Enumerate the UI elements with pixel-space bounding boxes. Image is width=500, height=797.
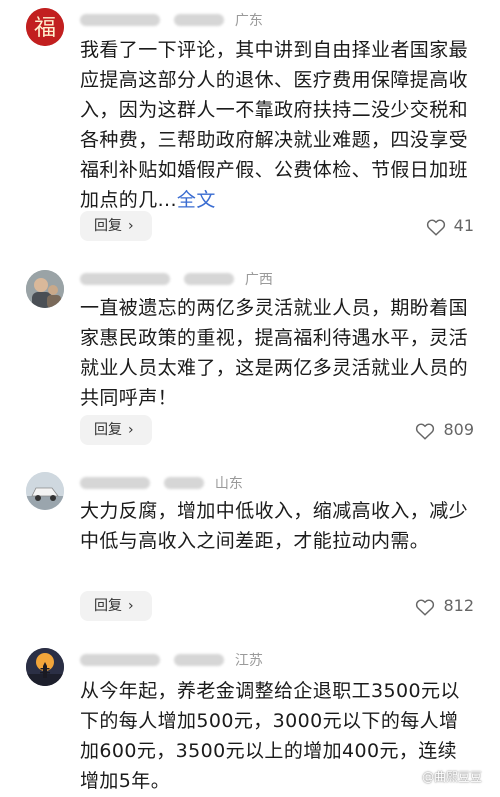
chevron-right-icon: › bbox=[128, 218, 134, 234]
heart-icon bbox=[426, 218, 445, 236]
chevron-right-icon: › bbox=[128, 422, 134, 438]
photo-avatar-icon bbox=[26, 270, 64, 308]
comment-text: 大力反腐，增加中低收入，缩减高收入，减少中低与高收入之间差距，才能拉动内需。 bbox=[80, 500, 469, 552]
blurred-username bbox=[80, 14, 160, 26]
comment-text-content: 我看了一下评论，其中讲到自由择业者国家最应提高这部分人的退休、医疗费用保障提高收… bbox=[80, 39, 469, 211]
reply-label: 回复 bbox=[94, 218, 122, 234]
comment-2: 广西 一直被遗忘的两亿多灵活就业人员，期盼着国家惠民政策的重视，提高福利待遇水平… bbox=[0, 260, 500, 460]
expand-full-text-link[interactable]: 全文 bbox=[177, 189, 216, 211]
reply-label: 回复 bbox=[94, 422, 122, 438]
reply-label: 回复 bbox=[94, 598, 122, 614]
blurred-time bbox=[164, 477, 205, 489]
watermark: @曲熙豆豆 bbox=[421, 770, 482, 784]
comment-1: 福 广东 我看了一下评论，其中讲到自由择业者国家最应提高这部分人的退休、医疗费用… bbox=[0, 0, 500, 260]
like-button[interactable]: 812 bbox=[415, 591, 474, 621]
like-button[interactable]: 809 bbox=[415, 415, 474, 445]
user-avatar[interactable] bbox=[26, 472, 64, 510]
fu-character-avatar-icon: 福 bbox=[26, 8, 64, 46]
location-label: 广西 bbox=[244, 272, 273, 288]
like-button[interactable]: 41 bbox=[426, 211, 474, 241]
like-count: 812 bbox=[443, 596, 474, 615]
comment-meta: 广东 bbox=[80, 10, 263, 30]
reply-button[interactable]: 回复 › bbox=[80, 591, 152, 621]
chevron-right-icon: › bbox=[128, 598, 134, 614]
heart-icon bbox=[416, 598, 435, 616]
comment-text: 一直被遗忘的两亿多灵活就业人员，期盼着国家惠民政策的重视，提高福利待遇水平，灵活… bbox=[80, 297, 469, 409]
blurred-username bbox=[80, 654, 160, 666]
comment-meta: 江苏 bbox=[80, 650, 263, 670]
blurred-time bbox=[174, 654, 225, 666]
comment-3: 山东 大力反腐，增加中低收入，缩减高收入，减少中低与高收入之间差距，才能拉动内需… bbox=[0, 460, 500, 640]
reply-button[interactable]: 回复 › bbox=[80, 211, 152, 241]
heart-icon bbox=[416, 422, 435, 440]
pagoda-sunset-avatar-icon bbox=[26, 648, 64, 686]
location-label: 江苏 bbox=[234, 653, 263, 669]
car-photo-avatar-icon bbox=[26, 472, 64, 510]
location-label: 山东 bbox=[214, 476, 243, 492]
location-label: 广东 bbox=[234, 13, 263, 29]
comment-text: 我看了一下评论，其中讲到自由择业者国家最应提高这部分人的退休、医疗费用保障提高收… bbox=[80, 35, 476, 215]
user-avatar[interactable] bbox=[26, 648, 64, 686]
blurred-time bbox=[174, 14, 225, 26]
svg-text:福: 福 bbox=[34, 16, 56, 41]
like-count: 809 bbox=[443, 420, 474, 439]
blurred-username bbox=[80, 273, 170, 285]
user-avatar[interactable] bbox=[26, 270, 64, 308]
blurred-time bbox=[184, 273, 235, 285]
like-count: 41 bbox=[453, 216, 474, 235]
comment-meta: 广西 bbox=[80, 269, 273, 289]
user-avatar[interactable]: 福 bbox=[26, 8, 64, 46]
blurred-username bbox=[80, 477, 150, 489]
comment-meta: 山东 bbox=[80, 473, 243, 493]
comment-text: 从今年起，养老金调整给企退职工3500元以下的每人增加500元，3000元以下的… bbox=[80, 680, 460, 792]
reply-button[interactable]: 回复 › bbox=[80, 415, 152, 445]
